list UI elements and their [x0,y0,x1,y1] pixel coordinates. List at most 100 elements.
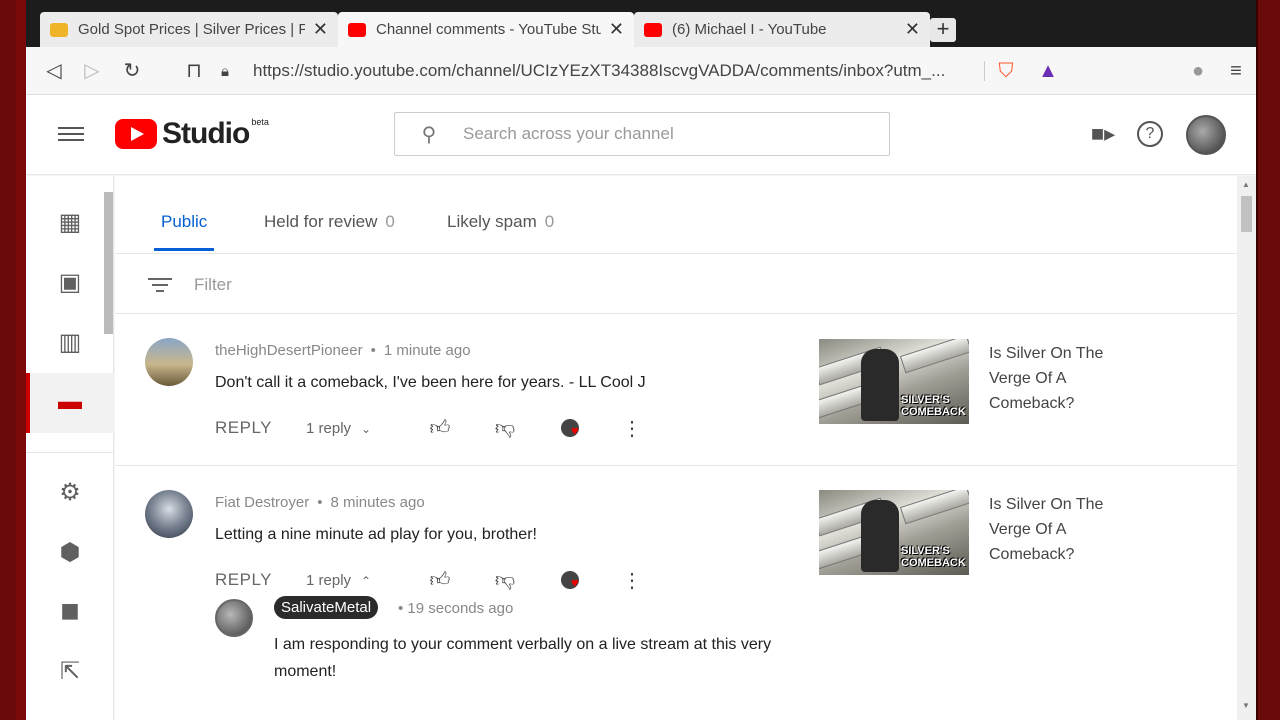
new-tab-button[interactable]: + [930,18,956,42]
search-field[interactable]: ⚲ Search across your channel [394,112,890,156]
divider [26,452,114,453]
comment-text: Letting a nine minute ad play for you, b… [215,526,537,543]
tab-strip: Gold Spot Prices | Silver Prices | Pla ✕… [26,0,1256,47]
like-icon[interactable]: 👍︎ [427,568,453,592]
brave-shield-icon[interactable]: ⛉ [992,57,1020,85]
scroll-thumb[interactable] [1241,196,1252,232]
scroll-up-icon[interactable]: ▲ [1242,180,1250,189]
close-tab-icon[interactable]: ✕ [905,19,920,40]
more-options-icon[interactable]: ⋮ [619,416,645,440]
dislike-icon[interactable]: 👎︎ [492,416,518,440]
comment-meta: Fiat Destroyer • 8 minutes ago [215,494,425,511]
like-icon[interactable]: 👍︎ [427,416,453,440]
thumbnail-caption: SILVER'S COMEBACK [901,545,966,569]
url-bar[interactable]: 🔒︎ https://studio.youtube.com/channel/UC… [221,55,981,87]
tab-title: (6) Michael I - YouTube [672,21,827,38]
youtube-favicon-icon [644,22,662,37]
close-tab-icon[interactable]: ✕ [313,19,328,40]
tab-likely-spam[interactable]: Likely spam 0 [447,212,554,232]
reload-icon[interactable]: ↻ [118,57,146,85]
hamburger-menu-icon[interactable] [58,123,84,145]
replies-count: 1 reply [306,420,352,437]
comment-actions: REPLY 1 reply ⌄ 👍︎ 👎︎ ⋮ [215,416,715,440]
hide-replies-toggle[interactable]: 1 reply ⌃ [306,572,371,589]
youtube-studio-logo[interactable]: Studio beta [115,117,269,151]
alert-icon[interactable]: ⬢ [56,539,84,567]
tab-count: 0 [544,212,555,231]
dashboard-icon[interactable]: ▦ [56,209,84,237]
settings-gear-icon[interactable]: ⚙ [56,479,84,507]
browser-tab-michael-youtube[interactable]: (6) Michael I - YouTube ✕ [634,12,930,47]
menu-icon[interactable]: ≡ [1222,57,1250,85]
divider [984,61,985,81]
reply-button[interactable]: REPLY [215,570,272,590]
view-replies-toggle[interactable]: 1 reply ⌄ [306,420,371,437]
videos-icon[interactable]: ▣ [56,269,84,297]
reply-author-avatar[interactable] [215,599,253,637]
brave-rewards-icon[interactable]: ▲ [1034,57,1062,85]
comment-author[interactable]: theHighDesertPioneer [215,342,363,359]
active-tab-indicator [154,248,214,251]
exit-studio-icon[interactable]: ⇱ [56,658,84,686]
filter-bar[interactable]: Filter [115,254,1237,314]
left-sidebar: ▦ ▣ ▥ ▬ ⚙ ⬢ ◼ ⇱ [26,176,114,720]
browser-tab-gold-prices[interactable]: Gold Spot Prices | Silver Prices | Pla ✕ [40,12,338,47]
comment-actions: REPLY 1 reply ⌃ 👍︎ 👎︎ ⋮ [215,568,715,592]
help-icon[interactable]: ? [1137,121,1163,147]
comment-text: Don't call it a comeback, I've been here… [215,374,646,391]
gold-favicon-icon [50,22,68,37]
close-tab-icon[interactable]: ✕ [609,19,624,40]
video-thumbnail[interactable]: SILVER'S COMEBACK [819,490,969,575]
youtube-play-icon [115,119,157,149]
reply-time: • 19 seconds ago [398,600,514,617]
comment-item: theHighDesertPioneer • 1 minute ago Don't … [115,314,1237,465]
heart-button[interactable] [557,568,583,592]
thumbnail-figure [861,349,899,421]
creator-heart-icon [561,571,579,590]
studio-header: Studio beta ⚲ Search across your channel… [26,95,1256,175]
reply-author-badge[interactable]: SalivateMetal [274,596,379,619]
commenter-avatar[interactable] [145,490,193,538]
reply-time-text: 19 seconds ago [407,600,514,617]
dislike-icon[interactable]: 👎︎ [492,568,518,592]
channel-avatar[interactable] [1186,115,1226,155]
heart-button[interactable] [557,416,583,440]
comments-icon[interactable]: ▬ [56,388,84,416]
video-title[interactable]: Is Silver On The Verge Of A Comeback? [989,341,1129,416]
filter-placeholder: Filter [194,275,232,294]
analytics-icon[interactable]: ▥ [56,329,84,357]
video-thumbnail[interactable]: SILVER'S COMEBACK [819,339,969,424]
main-scrollbar[interactable]: ▲ ▼ [1237,176,1256,720]
tab-title: Channel comments - YouTube Stu [376,21,601,38]
comment-tabs: Public Held for review 0 Likely spam 0 [115,176,1237,254]
tab-title: Gold Spot Prices | Silver Prices | Pla [78,21,305,38]
tab-public[interactable]: Public [161,212,207,232]
thumbnail-figure [861,500,899,572]
chevron-up-icon: ⌃ [361,574,372,588]
lock-icon: 🔒︎ [221,62,229,80]
video-title[interactable]: Is Silver On The Verge Of A Comeback? [989,492,1129,567]
comment-item: Fiat Destroyer • 8 minutes ago Letting a n… [115,466,1237,720]
forward-icon[interactable]: ▷ [78,57,106,85]
reply-button[interactable]: REPLY [215,418,272,438]
filter-icon[interactable] [147,274,173,296]
feedback-icon[interactable]: ◼ [56,597,84,625]
chevron-down-icon: ⌄ [361,422,372,436]
search-placeholder: Search across your channel [463,124,674,143]
separator-dot: • [370,342,376,359]
browser-tab-channel-comments[interactable]: Channel comments - YouTube Stu ✕ [338,12,634,47]
create-video-icon[interactable]: ■▸ [1088,119,1118,149]
separator-dot: • [317,494,323,511]
more-options-icon[interactable]: ⋮ [619,568,645,592]
tab-label: Held for review [264,212,378,231]
thumbnail-caption: SILVER'S COMEBACK [901,394,966,418]
address-toolbar: ◁ ▷ ↻ ⊓ 🔒︎ https://studio.youtube.com/ch… [26,47,1256,95]
back-icon[interactable]: ◁ [40,57,68,85]
scroll-down-icon[interactable]: ▼ [1242,701,1250,710]
commenter-avatar[interactable] [145,338,193,386]
bookmark-icon[interactable]: ⊓ [180,57,208,85]
sidebar-scrollbar[interactable] [104,192,113,334]
tab-held-for-review[interactable]: Held for review 0 [264,212,395,232]
comment-author[interactable]: Fiat Destroyer [215,494,309,511]
profile-icon[interactable]: ● [1184,57,1212,85]
